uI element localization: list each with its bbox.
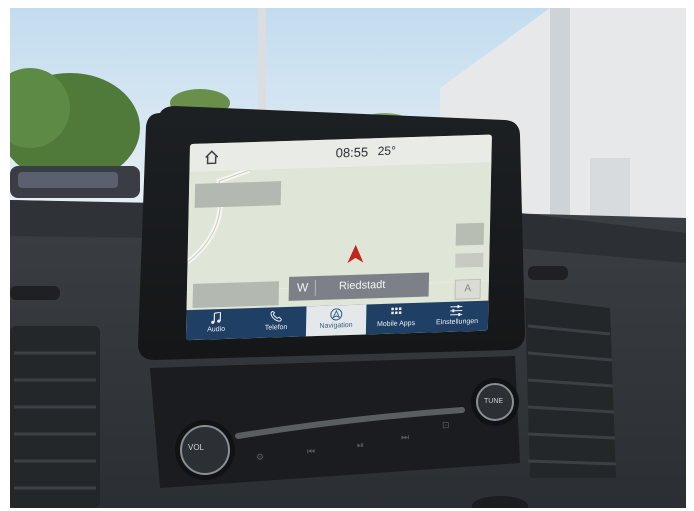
tune-knob-label: TUNE (484, 398, 504, 405)
current-street-name: Riedstadt (338, 278, 386, 293)
car-dashboard-photo: ⚙ ⏮ ⏯ ⏭ ⊡ VOL TUNE 08:55 25° W Riedstadt… (10, 8, 686, 508)
map-info-panel-bottom (192, 281, 280, 308)
tab-mobile-apps[interactable]: Mobile Apps (366, 303, 427, 335)
right-trim-handle (528, 266, 568, 280)
tab-audio-label: Audio (207, 325, 226, 334)
phone-icon (270, 310, 282, 322)
left-trim-handle (10, 286, 60, 300)
building-edge (550, 8, 570, 238)
apps-grid-icon (391, 307, 402, 315)
tab-telefon-label: Telefon (264, 323, 288, 332)
tab-audio[interactable]: Audio (186, 308, 247, 340)
music-note-icon (211, 311, 222, 324)
tab-einstellungen-label: Einstellungen (435, 317, 479, 327)
map-info-panel (194, 181, 282, 208)
source-icon: ⊡ (442, 421, 450, 431)
next-track-icon: ⏭ (401, 433, 409, 443)
tab-einstellungen[interactable]: Einstellungen (426, 301, 489, 333)
heading-direction: W (296, 280, 309, 295)
tab-navigation[interactable]: Navigation (305, 304, 367, 337)
infotainment-screen: 08:55 25° W Riedstadt A Audio Telefon Na… (185, 134, 492, 341)
parked-car-window (18, 172, 118, 188)
dashboard-top-left (10, 200, 160, 238)
compass-button[interactable]: A (454, 278, 481, 300)
tab-telefon[interactable]: Telefon (246, 306, 307, 338)
outside-temperature: 25° (377, 143, 396, 159)
settings-sliders-icon (450, 305, 463, 317)
street-bar-divider (314, 280, 317, 297)
previous-track-icon: ⏮ (307, 447, 315, 457)
tab-navigation-label: Navigation (319, 321, 353, 330)
play-pause-icon: ⏯ (357, 441, 364, 451)
current-street-bar: W Riedstadt (288, 272, 430, 301)
volume-knob-label: VOL (188, 443, 205, 452)
navigation-map[interactable]: W Riedstadt A (186, 162, 492, 311)
vehicle-position-arrow (347, 244, 364, 264)
navigation-icon (330, 308, 343, 321)
zoom-out-button[interactable] (455, 252, 484, 268)
zoom-in-button[interactable] (455, 222, 485, 246)
clock: 08:55 (335, 144, 369, 161)
right-air-vent (525, 298, 616, 478)
eq-icon: ⚙ (256, 453, 264, 463)
tab-mobile-apps-label: Mobile Apps (376, 319, 416, 329)
home-icon[interactable] (204, 149, 220, 166)
